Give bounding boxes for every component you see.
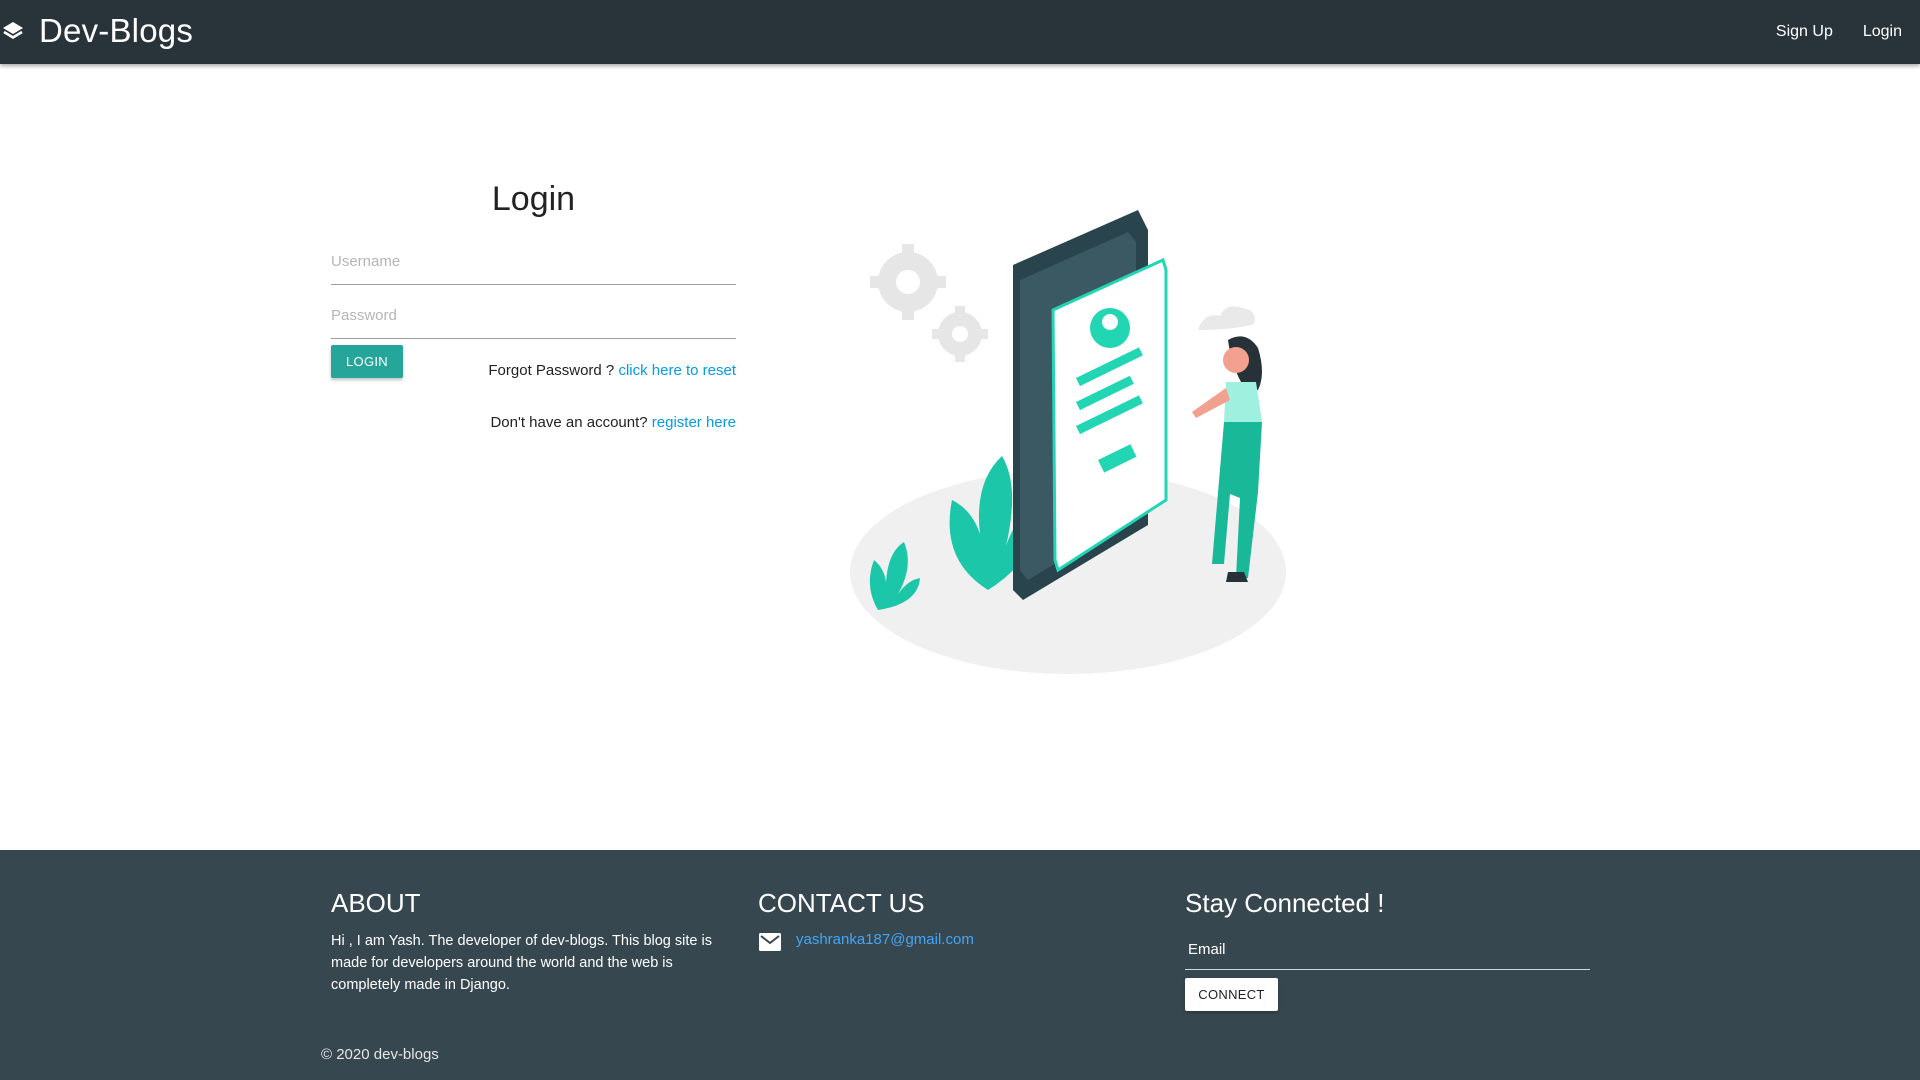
login-title: Login bbox=[491, 180, 576, 218]
gear-icon bbox=[870, 244, 988, 362]
cloud-icon bbox=[1198, 306, 1255, 330]
about-text: Hi , I am Yash. The developer of dev-blo… bbox=[331, 933, 712, 993]
layers-icon[interactable] bbox=[2, 20, 24, 42]
username-input[interactable] bbox=[331, 231, 736, 283]
brand-logo[interactable]: Dev-Blogs bbox=[39, 12, 193, 50]
login-illustration bbox=[850, 210, 1286, 674]
mail-icon bbox=[759, 933, 781, 951]
nav-links: Sign Up Login bbox=[1776, 0, 1902, 64]
reset-password-link[interactable]: click here to reset bbox=[618, 362, 736, 379]
copyright-text: © 2020 dev-blogs bbox=[321, 1046, 439, 1063]
nav-sign-up-link[interactable]: Sign Up bbox=[1776, 23, 1833, 41]
nav-login-link[interactable]: Login bbox=[1863, 23, 1902, 41]
login-form: Login LOGIN Forgot Password ? click here… bbox=[331, 180, 736, 431]
newsletter-email-wrapper bbox=[1185, 930, 1590, 970]
login-button[interactable]: LOGIN bbox=[331, 345, 403, 378]
username-field-wrapper bbox=[331, 231, 736, 285]
stay-connected-heading: Stay Connected ! bbox=[1185, 888, 1385, 918]
contact-heading: CONTACT US bbox=[758, 888, 925, 918]
register-link[interactable]: register here bbox=[652, 414, 736, 431]
forgot-password-text: Forgot Password ? click here to reset bbox=[488, 362, 736, 379]
connect-button[interactable]: CONNECT bbox=[1185, 978, 1278, 1011]
footer: ABOUT Hi , I am Yash. The developer of d… bbox=[0, 850, 1920, 1080]
about-heading: ABOUT bbox=[331, 888, 421, 918]
contact-email-link[interactable]: yashranka187@gmail.com bbox=[796, 931, 974, 948]
password-field-wrapper bbox=[331, 285, 736, 339]
register-text: Don't have an account? register here bbox=[490, 414, 736, 431]
password-input[interactable] bbox=[331, 285, 736, 337]
forgot-password-label: Forgot Password ? bbox=[488, 362, 619, 379]
register-label: Don't have an account? bbox=[490, 414, 652, 431]
navbar: Dev-Blogs Sign Up Login bbox=[0, 0, 1920, 64]
newsletter-email-input[interactable] bbox=[1185, 930, 1590, 968]
